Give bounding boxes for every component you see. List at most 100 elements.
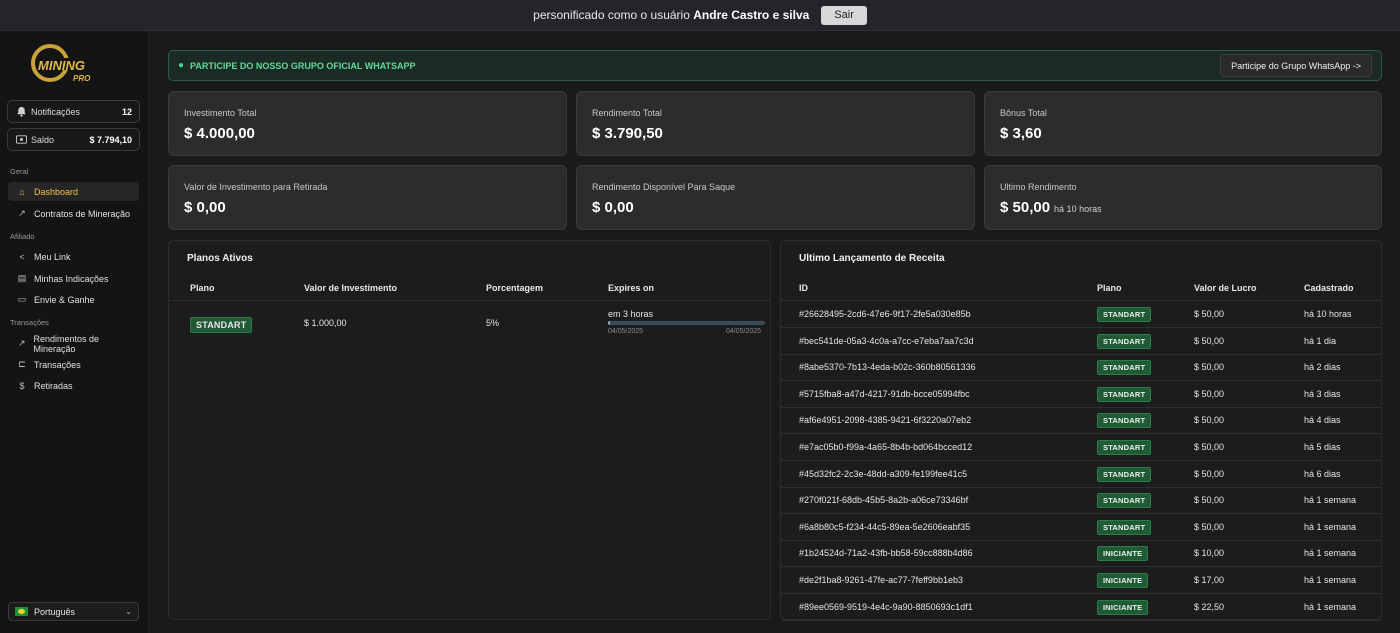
revenue-date: há 1 semana bbox=[1304, 521, 1357, 532]
table-row[interactable]: #bec541de-05a3-4c0a-a7cc-e7eba7aa7c3d STA… bbox=[781, 328, 1381, 355]
revenue-date: há 2 dias bbox=[1304, 362, 1341, 373]
revenue-value: $ 22,50 bbox=[1194, 601, 1225, 612]
mining-pro-logo[interactable]: MINING PRO bbox=[28, 41, 102, 91]
column-header: Plano bbox=[190, 283, 215, 293]
svg-text:MINING: MINING bbox=[38, 58, 85, 73]
exit-impersonation-button[interactable]: Sair bbox=[821, 5, 867, 25]
stat-card-ultimo-rendimento: Ultimo Rendimento $ 50,00 há 10 horas bbox=[984, 165, 1382, 230]
table-row[interactable]: #e7ac05b0-f99a-4a65-8b4b-bd064bcced12 STA… bbox=[781, 434, 1381, 461]
header-divider bbox=[169, 300, 770, 301]
stat-card-investimento-total: Investimento Total $ 4.000,00 bbox=[168, 91, 567, 156]
table-row[interactable]: #8abe5370-7b13-4eda-b02c-360b80561336 STA… bbox=[781, 354, 1381, 382]
revenue-date: há 3 dias bbox=[1304, 388, 1341, 399]
section-afiliado: Afiliado bbox=[10, 232, 35, 241]
revenue-date: há 4 dias bbox=[1304, 415, 1341, 426]
table-row[interactable]: #89ee0569-9519-4e4c-9a90-8850693c1df1 INI… bbox=[781, 594, 1381, 621]
sidebar-item-meu-link[interactable]: < Meu Link bbox=[8, 247, 139, 266]
plan-badge: STANDART bbox=[1097, 519, 1152, 535]
stat-value: $ 3.790,50 bbox=[592, 125, 663, 142]
sidebar-item-label: Minhas Indicações bbox=[34, 273, 109, 284]
table-row[interactable]: #45d32fc2-2c3e-48dd-a309-fe199fee41c5 STA… bbox=[781, 461, 1381, 488]
language-select[interactable]: Português ⌄ bbox=[8, 602, 139, 621]
table-row[interactable]: #6a8b80c5-f234-44c5-89ea-5e2606eabf35 STA… bbox=[781, 514, 1381, 541]
revenue-id: #270f021f-68db-45b5-8a2b-a06ce73346bf bbox=[799, 495, 969, 506]
table-row[interactable]: #5715fba8-a47d-4217-91db-bcce05994fbc STA… bbox=[781, 381, 1381, 408]
revenue-id: #de2f1ba8-9261-47fe-ac77-7feff9bb1eb3 bbox=[799, 575, 963, 585]
notifications-count: 12 bbox=[121, 106, 132, 117]
stat-value: $ 0,00 bbox=[592, 199, 634, 216]
revenue-date: há 1 dia bbox=[1304, 335, 1337, 346]
column-header: Valor de Lucro bbox=[1194, 283, 1257, 293]
coin-icon: $ bbox=[19, 380, 25, 391]
revenue-date: há 5 dias bbox=[1304, 442, 1341, 452]
whatsapp-group-button[interactable]: Participe do Grupo WhatsApp -> bbox=[1220, 54, 1372, 77]
table-row[interactable]: #26628495-2cd6-47e6-9f17-2fe5a030e85b STA… bbox=[781, 301, 1381, 328]
home-icon: ⌂ bbox=[19, 186, 25, 197]
sidebar-item-label: Retiradas bbox=[34, 380, 73, 391]
sidebar-item-indicacoes[interactable]: ▤ Minhas Indicações bbox=[8, 269, 139, 288]
balance-value: $ 7.794,10 bbox=[89, 134, 132, 145]
plan-progress-bar bbox=[608, 321, 765, 325]
plan-badge: STANDART bbox=[190, 317, 253, 333]
brazil-flag-icon bbox=[15, 607, 28, 616]
table-row[interactable]: #1b24524d-71a2-43fb-bb58-59cc888b4d86 INI… bbox=[781, 540, 1381, 568]
table-row[interactable]: #af6e4951-2098-4385-9421-6f3220a07eb2 STA… bbox=[781, 407, 1381, 435]
section-geral: Geral bbox=[10, 167, 29, 176]
plan-badge: INICIANTE bbox=[1097, 573, 1149, 588]
plan-badge: INICIANTE bbox=[1097, 546, 1149, 562]
stat-label: Rendimento Disponível Para Saque bbox=[592, 182, 736, 192]
revenue-id: #5715fba8-a47d-4217-91db-bcce05994fbc bbox=[799, 388, 970, 399]
sidebar-item-rendimentos[interactable]: ↗ Rendimentos de Mineração bbox=[8, 334, 139, 354]
cart-icon: ⊏ bbox=[18, 359, 26, 369]
notifications-label: Notificações bbox=[31, 106, 81, 117]
table-row[interactable]: #de2f1ba8-9261-47fe-ac77-7feff9bb1eb3 INI… bbox=[781, 567, 1381, 594]
plan-badge: STANDART bbox=[1097, 466, 1152, 482]
share-icon: < bbox=[19, 251, 25, 262]
revenue-id: #e7ac05b0-f99a-4a65-8b4b-bd064bcced12 bbox=[799, 442, 973, 452]
plan-progress-fill bbox=[608, 321, 610, 325]
stat-subvalue: há 10 horas bbox=[1054, 204, 1102, 214]
sidebar-item-retiradas[interactable]: $ Retiradas bbox=[8, 376, 139, 395]
sidebar-item-dashboard[interactable]: ⌂ Dashboard bbox=[8, 182, 139, 201]
revenue-id: #1b24524d-71a2-43fb-bb58-59cc888b4d86 bbox=[799, 548, 973, 559]
revenue-id: #af6e4951-2098-4385-9421-6f3220a07eb2 bbox=[799, 415, 972, 426]
stat-card-rendimento-total: Rendimento Total $ 3.790,50 bbox=[576, 91, 975, 156]
sidebar: MINING PRO Notificações 12 Saldo $ 7.794… bbox=[0, 31, 149, 633]
revenue-value: $ 50,00 bbox=[1194, 362, 1225, 373]
whatsapp-banner: ● PARTICIPE DO NOSSO GRUPO OFICIAL WHATS… bbox=[168, 50, 1382, 81]
plan-badge: STANDART bbox=[1097, 386, 1152, 402]
table-row[interactable]: #270f021f-68db-45b5-8a2b-a06ce73346bf STA… bbox=[781, 487, 1381, 515]
revenue-id: #6a8b80c5-f234-44c5-89ea-5e2606eabf35 bbox=[799, 521, 971, 532]
bell-icon bbox=[15, 106, 27, 118]
notifications-pill[interactable]: Notificações 12 bbox=[7, 100, 140, 123]
plan-badge: STANDART bbox=[1097, 360, 1152, 376]
plan-badge: STANDART bbox=[1097, 413, 1152, 429]
chevron-down-icon: ⌄ bbox=[125, 607, 132, 616]
column-header: Valor de Investimento bbox=[304, 283, 398, 293]
panel-title: Ultimo Lançamento de Receita bbox=[799, 253, 945, 264]
revenue-date: há 1 semana bbox=[1304, 575, 1357, 585]
revenue-date: há 6 dias bbox=[1304, 468, 1341, 479]
plan-badge: STANDART bbox=[1097, 307, 1152, 322]
whatsapp-banner-text: PARTICIPE DO NOSSO GRUPO OFICIAL WHATSAP… bbox=[190, 60, 416, 71]
sidebar-item-label: Dashboard bbox=[34, 186, 79, 197]
stat-label: Rendimento Total bbox=[592, 108, 662, 118]
revenue-id: #8abe5370-7b13-4eda-b02c-360b80561336 bbox=[799, 362, 976, 373]
column-header: Expires on bbox=[608, 283, 655, 293]
balance-pill[interactable]: Saldo $ 7.794,10 bbox=[7, 128, 140, 151]
revenue-value: $ 50,00 bbox=[1194, 415, 1225, 426]
video-icon: ▭ bbox=[17, 294, 27, 304]
trend-icon: ↗ bbox=[17, 338, 26, 348]
revenue-value: $ 50,00 bbox=[1194, 388, 1225, 399]
sidebar-item-contratos[interactable]: ↗ Contratos de Mineração bbox=[8, 204, 139, 223]
section-transacoes: Transações bbox=[10, 318, 49, 327]
whatsapp-icon: ● bbox=[178, 60, 185, 71]
plan-percent: 5% bbox=[486, 318, 500, 328]
trend-icon: ↗ bbox=[18, 208, 26, 218]
wallet-icon bbox=[15, 134, 27, 146]
sidebar-item-transacoes[interactable]: ⊏ Transações bbox=[8, 355, 139, 374]
revenue-value: $ 50,00 bbox=[1194, 309, 1225, 319]
sidebar-item-envie-ganhe[interactable]: ▭ Envie & Ganhe bbox=[8, 290, 139, 309]
revenue-date: há 1 semana bbox=[1304, 601, 1357, 612]
impersonation-text: personificado como o usuário Andre Castr… bbox=[533, 8, 810, 22]
